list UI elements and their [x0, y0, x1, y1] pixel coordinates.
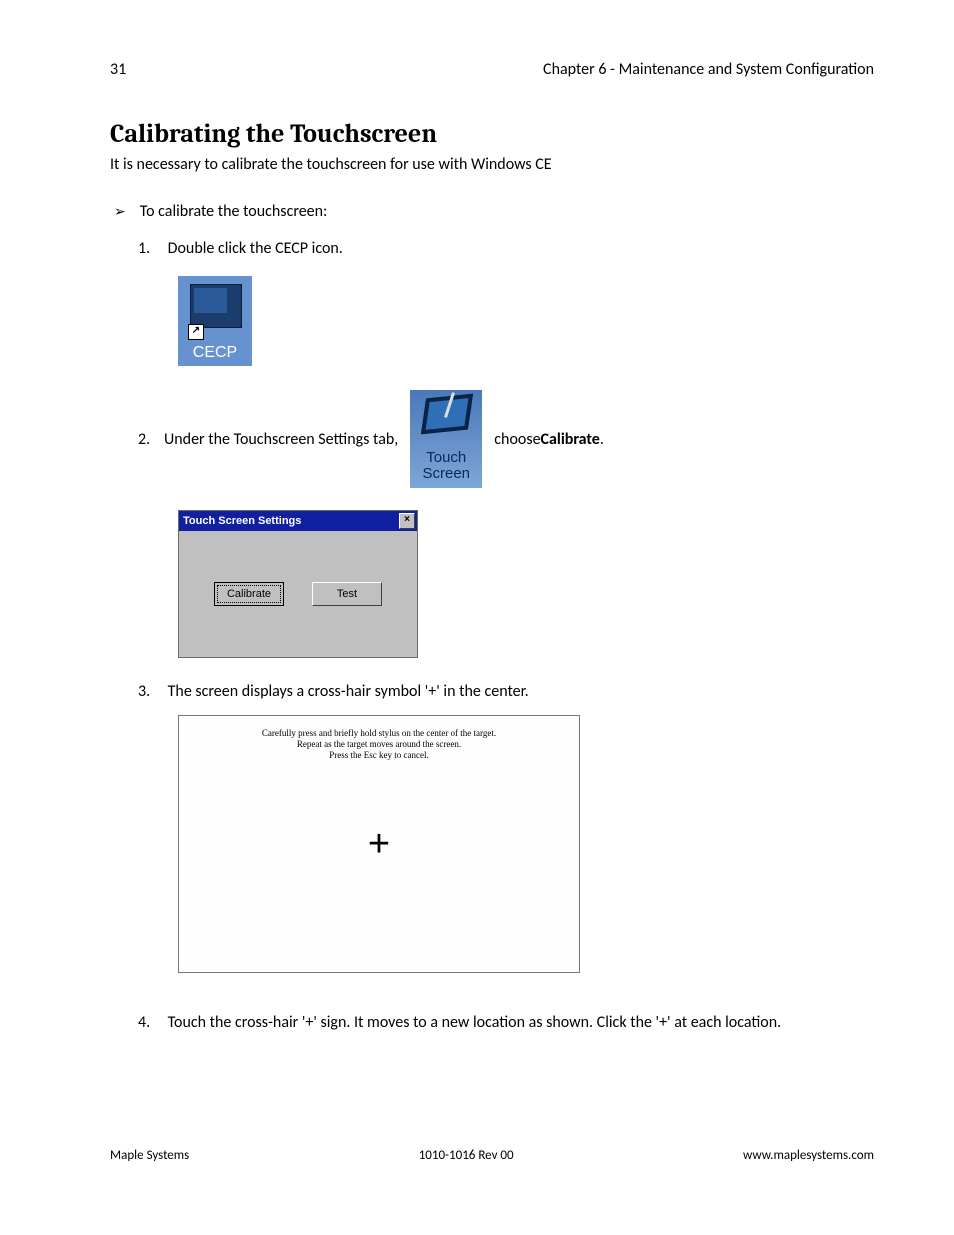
bullet-arrow-icon: ➢ — [114, 203, 126, 220]
step-text: The screen displays a cross-hair symbol … — [168, 682, 529, 701]
close-icon[interactable]: × — [399, 513, 415, 529]
section-heading: Calibrating the Touchscreen — [110, 119, 874, 149]
footer-left: Maple Systems — [110, 1148, 189, 1163]
chapter-title: Chapter 6 - Maintenance and System Confi… — [543, 60, 874, 79]
step-3: 3. The screen displays a cross-hair symb… — [138, 682, 874, 973]
step-text-pre: Under the Touchscreen Settings tab, — [164, 430, 398, 449]
step-4: 4. Touch the cross-hair '+' sign. It mov… — [138, 1013, 874, 1032]
shortcut-overlay-icon: ↗ — [188, 324, 204, 340]
step-2: 2. Under the Touchscreen Settings tab, T… — [138, 390, 874, 658]
step-text: Double click the CECP icon. — [168, 239, 343, 258]
calibration-screen[interactable]: Carefully press and briefly hold stylus … — [178, 715, 580, 973]
step-text-bold: Calibrate — [541, 430, 600, 449]
step-text-post: choose — [494, 430, 540, 449]
monitor-icon — [190, 284, 242, 328]
procedure-title: To calibrate the touchscreen: — [140, 202, 328, 221]
touch-screen-settings-dialog: Touch Screen Settings × Calibrate Test — [178, 510, 418, 658]
step-number: 1. — [138, 239, 164, 258]
dialog-title: Touch Screen Settings — [183, 515, 301, 527]
cecp-icon-label: CECP — [178, 344, 252, 362]
dialog-body: Calibrate Test — [179, 531, 417, 657]
step-number: 2. — [138, 430, 164, 449]
footer-center: 1010-1016 Rev 00 — [419, 1148, 514, 1163]
test-button[interactable]: Test — [312, 582, 382, 606]
step-number: 3. — [138, 682, 164, 701]
cecp-desktop-icon[interactable]: ↗ CECP — [178, 276, 252, 366]
dialog-titlebar[interactable]: Touch Screen Settings × — [179, 511, 417, 531]
calibrate-button[interactable]: Calibrate — [214, 582, 284, 606]
step-text-end: . — [600, 430, 604, 449]
footer-right: www.maplesystems.com — [743, 1148, 874, 1163]
touchscreen-icon-label: Touch Screen — [410, 450, 482, 482]
page-number: 31 — [110, 60, 126, 79]
step-text: Touch the cross-hair '+' sign. It moves … — [168, 1013, 782, 1032]
calibration-instructions: Carefully press and briefly hold stylus … — [179, 728, 579, 761]
step-number: 4. — [138, 1013, 164, 1032]
touchscreen-settings-icon[interactable]: Touch Screen — [410, 390, 482, 488]
intro-text: It is necessary to calibrate the touchsc… — [110, 155, 874, 174]
step-1: 1. Double click the CECP icon. ↗ CECP — [138, 239, 874, 366]
